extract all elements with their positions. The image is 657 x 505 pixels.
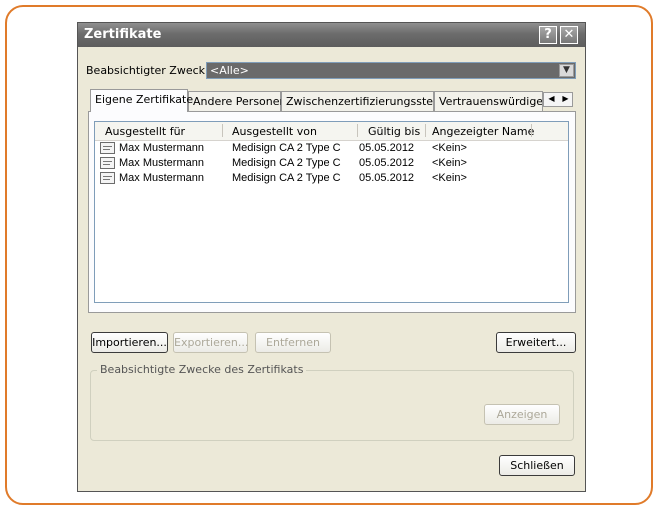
chevron-down-icon[interactable]: ▼ (559, 64, 574, 77)
close-button[interactable]: Schließen (499, 455, 575, 476)
import-button[interactable]: Importieren... (91, 332, 168, 353)
cell-issued-to: Max Mustermann (119, 157, 204, 169)
cell-issued-by: Medisign CA 2 Type C (232, 157, 341, 169)
certificates-dialog: Zertifikate ? ✕ Beabsichtigter Zweck: <A… (77, 22, 586, 492)
tab-intermediate-cas[interactable]: Zwischenzertifizierungsstellen (281, 91, 453, 111)
table-row[interactable]: Max Mustermann Medisign CA 2 Type C 05.0… (95, 171, 568, 186)
column-issued-by[interactable]: Ausgestellt von (232, 125, 317, 138)
tab-label: Vertrauenswürdige S (439, 95, 543, 108)
cell-valid-until: 05.05.2012 (359, 157, 415, 169)
cell-issued-to: Max Mustermann (119, 172, 204, 184)
advanced-button[interactable]: Erweitert... (496, 332, 576, 353)
column-friendly-name[interactable]: Angezeigter Name (432, 125, 534, 138)
chevron-left-icon[interactable]: ◀ (545, 94, 558, 103)
certificate-icon (100, 157, 115, 169)
column-issued-to[interactable]: Ausgestellt für (105, 125, 185, 138)
purpose-value: <Alle> (210, 64, 249, 77)
column-divider[interactable] (222, 124, 223, 137)
purpose-label: Beabsichtigter Zweck: (86, 64, 209, 77)
list-header: Ausgestellt für Ausgestellt von Gültig b… (95, 122, 568, 141)
title-bar: Zertifikate ? ✕ (78, 23, 585, 47)
column-valid-until[interactable]: Gültig bis (368, 125, 420, 138)
cell-valid-until: 05.05.2012 (359, 142, 415, 154)
column-divider[interactable] (357, 124, 358, 137)
purpose-select[interactable]: <Alle> ▼ (206, 62, 576, 79)
tab-other-people[interactable]: Andere Personen (188, 91, 287, 111)
cell-issued-by: Medisign CA 2 Type C (232, 142, 341, 154)
table-row[interactable]: Max Mustermann Medisign CA 2 Type C 05.0… (95, 141, 568, 156)
tab-own-certificates[interactable]: Eigene Zertifikate (90, 89, 193, 112)
certificate-icon (100, 142, 115, 154)
cell-issued-to: Max Mustermann (119, 142, 204, 154)
remove-button[interactable]: Entfernen (255, 332, 331, 353)
cell-friendly-name: <Kein> (432, 157, 467, 169)
view-button[interactable]: Anzeigen (484, 404, 560, 425)
close-window-button[interactable]: ✕ (560, 26, 578, 44)
tab-scroller: ◀ ▶ (543, 92, 573, 107)
cell-valid-until: 05.05.2012 (359, 172, 415, 184)
tab-label: Andere Personen (193, 95, 287, 108)
certificate-list[interactable]: Ausgestellt für Ausgestellt von Gültig b… (94, 121, 569, 303)
cell-friendly-name: <Kein> (432, 142, 467, 154)
column-divider[interactable] (425, 124, 426, 137)
tab-label: Zwischenzertifizierungsstellen (286, 95, 453, 108)
export-button[interactable]: Exportieren... (173, 332, 248, 353)
help-button[interactable]: ? (539, 26, 557, 44)
cell-friendly-name: <Kein> (432, 172, 467, 184)
table-row[interactable]: Max Mustermann Medisign CA 2 Type C 05.0… (95, 156, 568, 171)
dialog-title: Zertifikate (84, 27, 162, 42)
chevron-right-icon[interactable]: ▶ (559, 94, 572, 103)
column-divider[interactable] (531, 124, 532, 137)
certificate-icon (100, 172, 115, 184)
tab-trusted-root-cas[interactable]: Vertrauenswürdige S (434, 91, 543, 111)
cell-issued-by: Medisign CA 2 Type C (232, 172, 341, 184)
tab-label: Eigene Zertifikate (95, 93, 194, 106)
certificate-purposes-label: Beabsichtigte Zwecke des Zertifikats (97, 363, 307, 376)
